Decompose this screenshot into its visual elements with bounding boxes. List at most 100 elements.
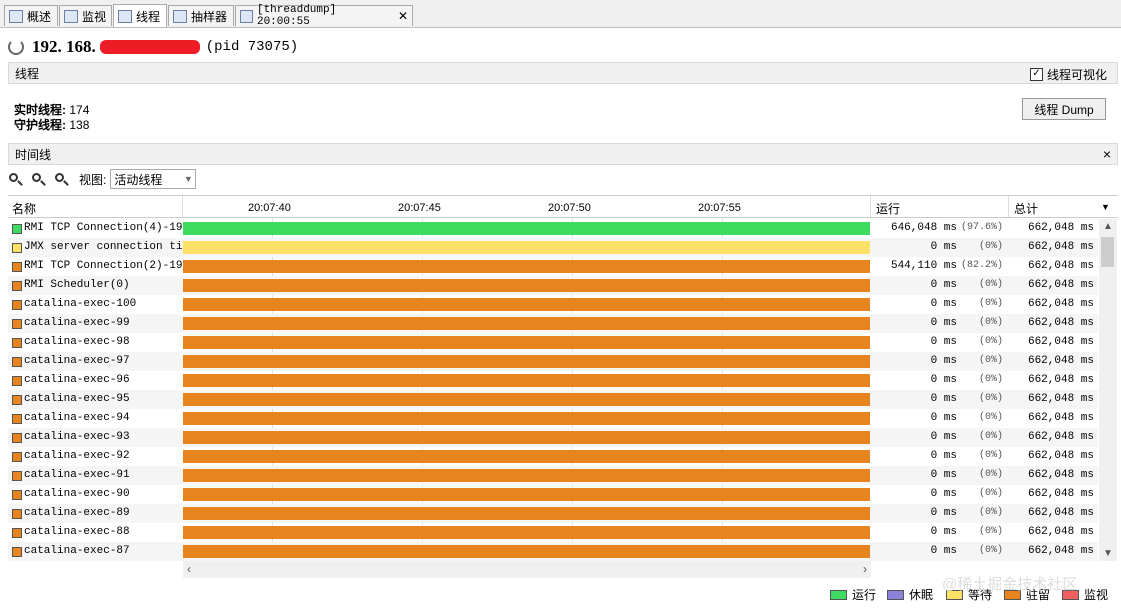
close-icon[interactable]: ✕ [398,9,408,23]
table-row[interactable]: RMI TCP Connection(2)-192.168. 544,110 ms… [8,257,1098,276]
scroll-thumb[interactable] [1101,237,1114,267]
thread-total-time: 662,048 ms [1027,355,1094,367]
table-row[interactable]: catalina-exec-98 0 ms (0%) 662,048 ms [8,333,1098,352]
thread-run-percent: (97.6%) [961,222,1004,233]
horizontal-scrollbar[interactable]: ‹ › [183,561,871,578]
thread-state-icon [12,528,22,538]
thread-timeline-bar [183,526,870,539]
thread-dump-button[interactable]: 线程 Dump [1022,98,1106,120]
checkbox-label: 线程可视化 [1047,68,1108,82]
thread-total-time: 662,048 ms [1027,450,1094,462]
scroll-down-icon[interactable]: ▼ [1099,548,1117,559]
thread-name: catalina-exec-92 [24,450,130,462]
zoom-in-icon[interactable] [8,172,23,187]
column-run[interactable]: 运行 [876,200,900,217]
thread-state-icon [12,414,22,424]
thread-timeline-bar [183,260,870,273]
checkbox-icon[interactable]: ✓ [1030,68,1043,81]
thread-run-percent: (0%) [978,298,1003,309]
thread-total-time: 662,048 ms [1027,393,1094,405]
table-row[interactable]: catalina-exec-94 0 ms (0%) 662,048 ms [8,409,1098,428]
table-row[interactable]: catalina-exec-87 0 ms (0%) 662,048 ms [8,542,1098,561]
tab-label: [threaddump] 20:00:55 [256,4,337,28]
table-row[interactable]: catalina-exec-96 0 ms (0%) 662,048 ms [8,371,1098,390]
thread-total-time: 662,048 ms [1027,241,1094,253]
thread-timeline-bar [183,431,870,444]
tab-threads[interactable]: 线程 [113,4,167,27]
tab-threaddump[interactable]: [threaddump] 20:00:55 ✕ [235,4,413,28]
host-ip: 192. 168. [32,37,96,56]
thread-timeline-bar [183,298,870,311]
thread-state-icon [12,243,22,253]
table-row[interactable]: catalina-exec-91 0 ms (0%) 662,048 ms [8,466,1098,485]
section-title: 时间线 [15,147,52,162]
view-select[interactable]: 活动线程 ▼ [110,169,197,189]
thread-timeline-bar [183,336,870,349]
table-row[interactable]: catalina-exec-89 0 ms (0%) 662,048 ms [8,504,1098,523]
table-row[interactable]: catalina-exec-100 0 ms (0%) 662,048 ms [8,295,1098,314]
column-name[interactable]: 名称 [12,200,36,217]
column-total[interactable]: 总计 [1014,200,1038,217]
thread-run-time: 0 ms [930,336,957,348]
tab-overview[interactable]: 概述 [4,5,58,26]
thread-run-time: 0 ms [930,412,957,424]
tab-sampler[interactable]: 抽样器 [168,5,234,26]
visualize-checkbox[interactable]: ✓ 线程可视化 [1030,66,1107,83]
thread-run-time: 0 ms [930,488,957,500]
host-pid: (pid 73075) [205,39,299,55]
thread-name: catalina-exec-93 [24,431,130,443]
close-icon[interactable]: × [1103,146,1111,162]
monitor-icon [64,9,78,23]
table-row[interactable]: catalina-exec-88 0 ms (0%) 662,048 ms [8,523,1098,542]
thread-run-percent: (0%) [978,526,1003,537]
thread-total-time: 662,048 ms [1027,412,1094,424]
column-menu-icon[interactable]: ▼ [1101,202,1110,212]
vertical-scrollbar[interactable]: ▲ ▼ [1099,219,1117,561]
zoom-out-icon[interactable] [31,172,46,187]
tab-label: 线程 [136,9,161,24]
scroll-up-icon[interactable]: ▲ [1099,221,1117,232]
thread-table-body: RMI TCP Connection(4)-192.168. 646,048 ms… [8,219,1098,561]
legend-label: 监视 [1084,588,1109,602]
table-row[interactable]: catalina-exec-93 0 ms (0%) 662,048 ms [8,428,1098,447]
threads-section-header: 线程 [8,62,1118,84]
scroll-left-icon[interactable]: ‹ [187,562,191,576]
thread-name: catalina-exec-99 [24,317,130,329]
thread-run-time: 0 ms [930,507,957,519]
table-row[interactable]: RMI Scheduler(0) 0 ms (0%) 662,048 ms [8,276,1098,295]
table-row[interactable]: catalina-exec-92 0 ms (0%) 662,048 ms [8,447,1098,466]
column-divider [1008,196,1009,217]
thread-total-time: 662,048 ms [1027,488,1094,500]
host-title: 192. 168. (pid 73075) [8,36,298,58]
tab-label: 概述 [27,9,52,24]
stat-label: 守护线程: [14,118,66,132]
thread-timeline-bar [183,412,870,425]
thread-run-time: 0 ms [930,298,957,310]
loading-spinner-icon [8,39,24,55]
thread-run-percent: (0%) [978,412,1003,423]
thread-name: catalina-exec-97 [24,355,130,367]
legend-label: 休眠 [909,588,934,602]
thread-state-icon [12,319,22,329]
thread-run-time: 0 ms [930,450,957,462]
thread-run-time: 0 ms [930,317,957,329]
thread-run-time: 646,048 ms [890,222,957,234]
table-row[interactable]: catalina-exec-97 0 ms (0%) 662,048 ms [8,352,1098,371]
timeline-tick: 20:07:45 [398,202,441,214]
table-row[interactable]: catalina-exec-99 0 ms (0%) 662,048 ms [8,314,1098,333]
thread-name: JMX server connection timeout [24,241,182,253]
tab-label: 抽样器 [191,9,228,24]
legend-swatch [887,589,904,600]
sampler-icon [173,9,187,23]
table-row[interactable]: JMX server connection timeout 0 ms (0%) 662… [8,238,1098,257]
tab-monitor[interactable]: 监视 [59,5,112,26]
table-row[interactable]: catalina-exec-90 0 ms (0%) 662,048 ms [8,485,1098,504]
section-title: 线程 [15,66,40,81]
table-row[interactable]: catalina-exec-95 0 ms (0%) 662,048 ms [8,390,1098,409]
thread-run-time: 0 ms [930,374,957,386]
scroll-right-icon[interactable]: › [863,562,867,576]
thread-timeline-bar [183,222,870,235]
table-row[interactable]: RMI TCP Connection(4)-192.168. 646,048 ms… [8,219,1098,238]
thread-state-icon [12,452,22,462]
zoom-fit-icon[interactable] [54,172,69,187]
